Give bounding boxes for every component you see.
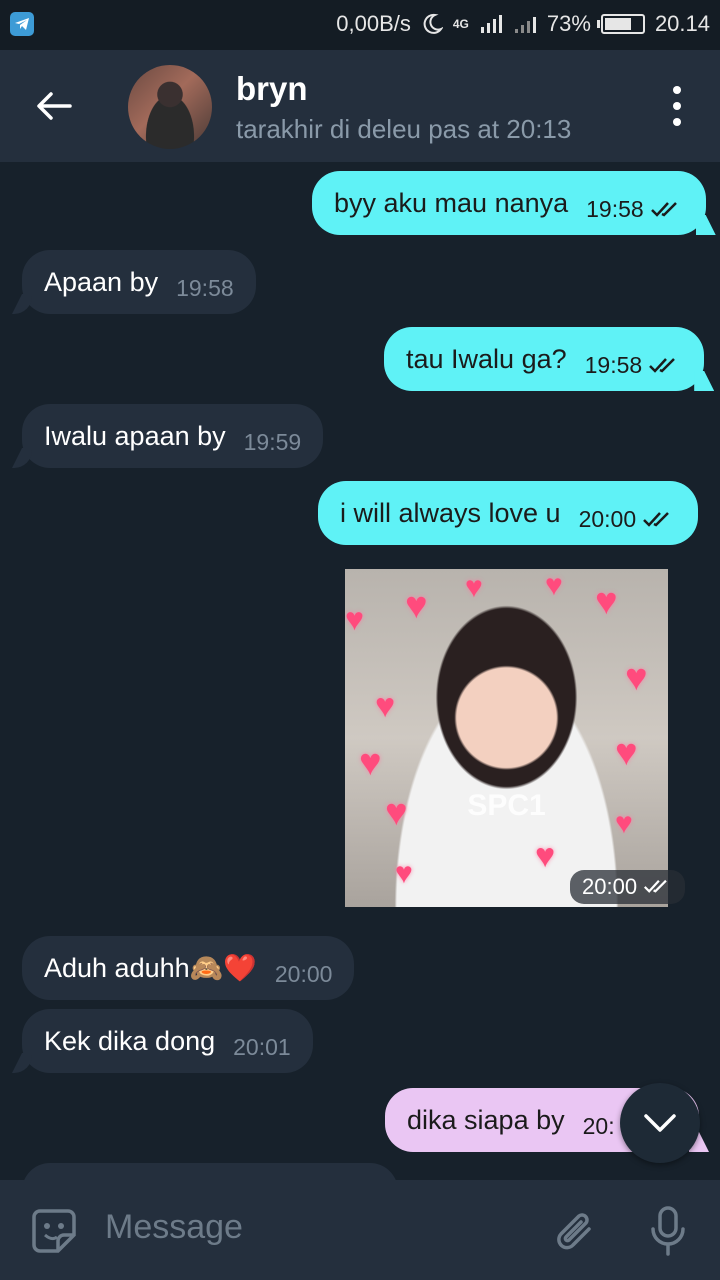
double-check-icon [643, 874, 673, 900]
chat-title[interactable]: bryn [236, 70, 308, 108]
status-time: 20.14 [654, 11, 710, 36]
double-check-icon [648, 350, 682, 381]
message-time: 20:00 [582, 874, 638, 899]
photo-caption: SPC1 [467, 789, 546, 822]
chevron-down-icon [644, 1114, 676, 1132]
net-speed: 0,00B/s [336, 11, 411, 36]
message-time: 20: [582, 1112, 615, 1139]
mic-icon[interactable] [648, 1205, 688, 1262]
message-time: 19:58 [584, 351, 643, 378]
chat-header: bryn tarakhir di deleu pas at 20:13 [0, 50, 720, 162]
more-vert-icon[interactable] [664, 86, 690, 126]
message-time: 19:58 [176, 274, 234, 301]
battery-icon [596, 14, 645, 34]
message-bubble-outgoing[interactable]: i will always love u 20:00 [318, 481, 699, 545]
message-time: 19:59 [243, 428, 302, 455]
composer-bar [0, 1180, 720, 1280]
message-bubble-incoming[interactable]: Aduh aduhh🙈❤️ 20:00 [22, 936, 355, 1000]
telegram-icon [10, 12, 34, 36]
message-time: 20:00 [578, 505, 637, 532]
photo-message[interactable]: ♥ ♥ ♥ ♥ ♥ ♥ ♥ ♥ ♥ ♥ ♥ ♥ ♥ SPC1 [345, 569, 668, 907]
battery-percent: 73% [546, 11, 591, 36]
avatar[interactable] [128, 65, 212, 149]
message-text: Apaan by [44, 266, 159, 297]
message-bubble-outgoing[interactable]: byy aku mau nanya 19:58 [312, 171, 706, 235]
network-label: 4G [452, 17, 469, 31]
double-check-icon [642, 504, 676, 535]
signal-icon [514, 17, 536, 33]
sticker-icon[interactable] [30, 1207, 78, 1260]
message-time: 20:00 [274, 960, 333, 987]
back-button[interactable] [28, 80, 80, 132]
message-text: byy aku mau nanya [334, 187, 569, 218]
message-text: Aduh aduhh🙈❤️ [44, 953, 257, 983]
back-arrow-icon [37, 92, 72, 120]
message-bubble-incoming[interactable]: Apaan by 19:58 [22, 250, 256, 314]
scroll-down-button[interactable] [620, 1083, 700, 1163]
message-time: 20:01 [233, 1033, 291, 1060]
signal-icon [480, 15, 502, 33]
message-text: Iwalu apaan by [44, 420, 226, 451]
photo-timestamp: 20:00 [570, 870, 686, 904]
message-text: i will always love u [340, 497, 561, 528]
status-bar: 0,00B/s 4G 73% 20.14 [0, 0, 720, 50]
last-seen-status: tarakhir di deleu pas at 20:13 [236, 114, 572, 144]
message-bubble-outgoing[interactable]: tau Iwalu ga? 19:58 [384, 327, 705, 391]
attach-icon[interactable] [553, 1207, 599, 1262]
message-input[interactable] [105, 1208, 525, 1247]
message-text: dika siapa by [407, 1104, 565, 1135]
message-bubble-incoming[interactable]: Iwalu apaan by 19:59 [22, 404, 324, 468]
message-text: Kek dika dong [44, 1025, 216, 1056]
message-text: tau Iwalu ga? [406, 343, 567, 374]
message-time: 19:58 [586, 195, 644, 222]
double-check-icon [650, 194, 684, 225]
message-bubble-incoming[interactable]: Kek dika dong 20:01 [22, 1009, 313, 1073]
moon-icon [423, 13, 443, 34]
